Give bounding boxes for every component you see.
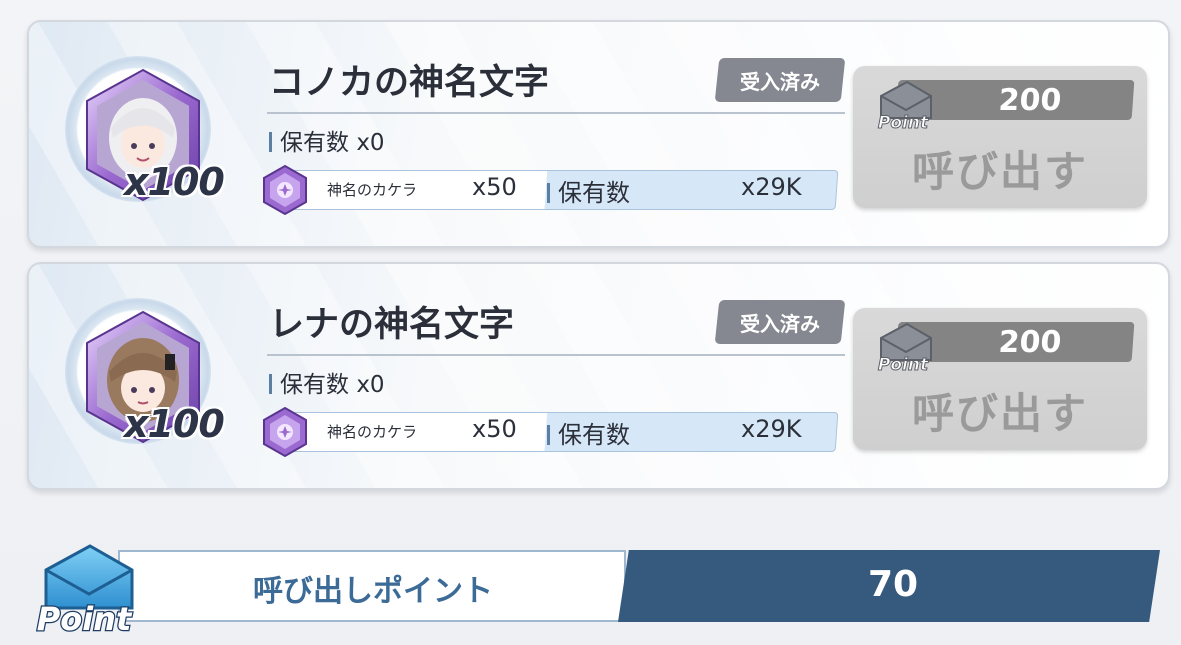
point-icon-label: Point xyxy=(878,355,929,375)
summon-card-konoka: x100 コノカの神名文字 受入済み 保有数 x0 神名のカケラ x50 保有数… xyxy=(27,20,1170,248)
owned-value: x0 xyxy=(356,130,385,156)
material-name: 神名のカケラ xyxy=(327,423,418,441)
title-divider xyxy=(267,112,845,114)
summon-points-label: 呼び出しポイント xyxy=(253,574,493,609)
material-stock: 保有数 xyxy=(547,173,630,208)
received-badge-label: 受入済み xyxy=(740,69,820,94)
material-stock-value: x29K xyxy=(741,415,802,443)
owned-count: 保有数 x0 xyxy=(269,123,385,157)
stock-marker xyxy=(547,183,550,203)
title-divider xyxy=(267,354,845,356)
owned-marker xyxy=(269,374,272,394)
material-name: 神名のカケラ xyxy=(327,181,418,199)
received-badge-label: 受入済み xyxy=(740,311,820,336)
material-stock: 保有数 xyxy=(547,415,630,450)
summon-button-label: 呼び出す xyxy=(911,147,1088,196)
point-envelope-icon: Point xyxy=(36,544,134,638)
summon-button[interactable]: 200 Point 呼び出す xyxy=(853,308,1147,450)
summon-button-label: 呼び出す xyxy=(911,389,1088,438)
summon-points-value: 70 xyxy=(867,564,919,605)
material-gem-icon xyxy=(263,406,307,458)
owned-marker xyxy=(269,132,272,152)
received-badge: 受入済み xyxy=(714,58,846,102)
reward-quantity: x100 xyxy=(124,160,225,204)
owned-label: 保有数 xyxy=(280,130,349,156)
stock-label: 保有数 xyxy=(558,179,630,207)
material-cost: x50 xyxy=(472,415,517,443)
card-title: レナの神名文字 xyxy=(269,305,515,345)
owned-count: 保有数 x0 xyxy=(269,365,385,399)
point-envelope-icon: Point xyxy=(877,322,932,376)
point-envelope-icon: Point xyxy=(877,80,932,134)
stock-label: 保有数 xyxy=(558,421,630,449)
summon-card-rena: x100 レナの神名文字 受入済み 保有数 x0 神名のカケラ x50 保有数 … xyxy=(27,262,1170,490)
reward-quantity: x100 xyxy=(124,402,225,446)
material-stock-value: x29K xyxy=(741,173,802,201)
material-gem-icon xyxy=(263,164,307,216)
stock-marker xyxy=(547,425,550,445)
received-badge: 受入済み xyxy=(714,300,846,344)
owned-value: x0 xyxy=(356,372,385,398)
owned-label: 保有数 xyxy=(280,372,349,398)
card-title: コノカの神名文字 xyxy=(269,63,550,103)
point-icon-label: Point xyxy=(878,113,929,133)
summon-button[interactable]: 200 Point 呼び出す xyxy=(853,66,1147,208)
material-cost: x50 xyxy=(472,173,517,201)
point-icon-label: Point xyxy=(37,600,133,638)
